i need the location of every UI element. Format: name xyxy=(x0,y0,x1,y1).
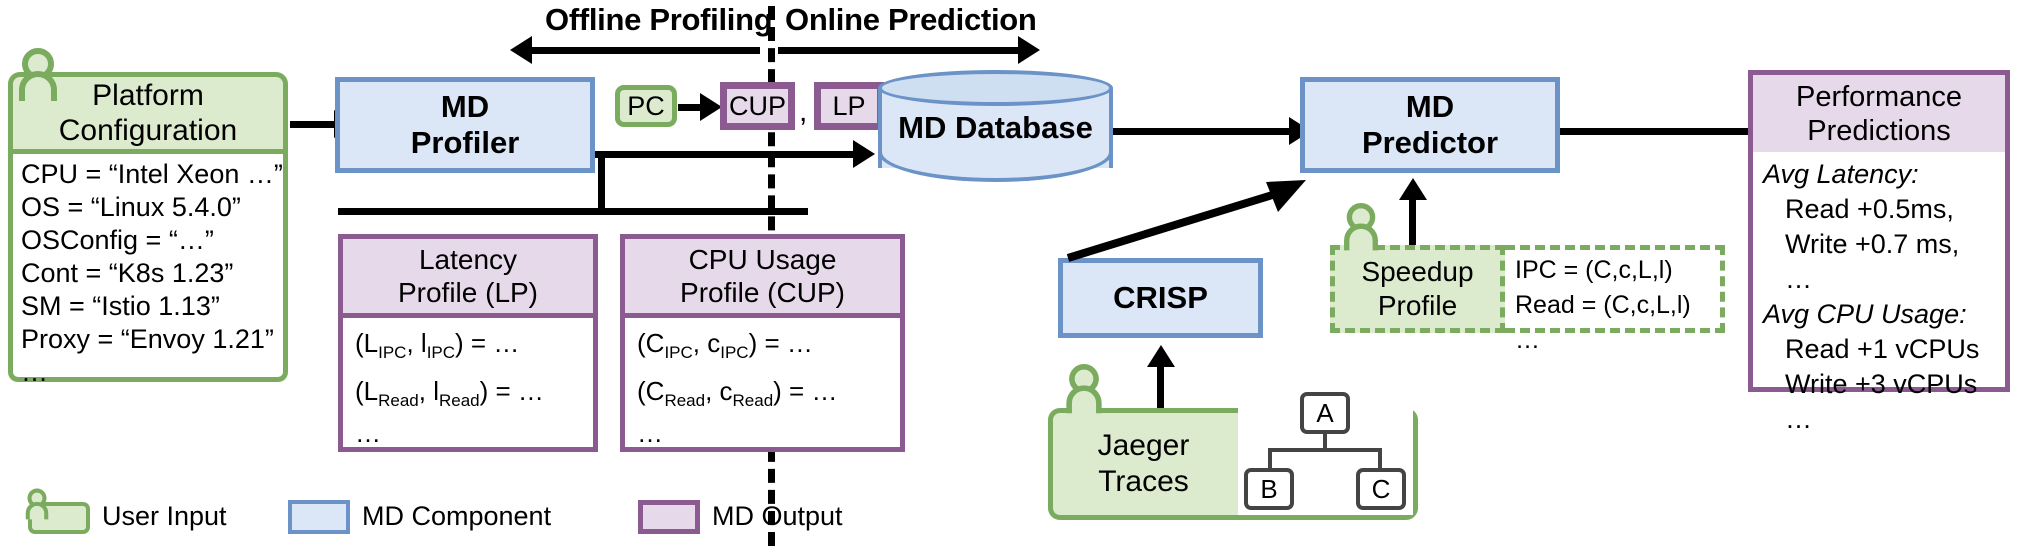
performance-predictions-details: Avg Latency: Read +0.5ms, Write +0.7 ms,… xyxy=(1748,152,2010,434)
cpu-usage-profile-details: (CIPC, cIPC) = … (CRead, cRead) = … … xyxy=(620,318,905,452)
cpu-usage-profile-header: CPU Usage Profile (CUP) xyxy=(620,234,905,318)
md-predictor-box[interactable]: MD Predictor xyxy=(1300,77,1560,173)
prediction-line: Write +3 vCPUs xyxy=(1785,369,1978,399)
legend-swatch-blue xyxy=(288,500,350,534)
md-database-label: MD Database xyxy=(898,109,1093,145)
speedup-profile-group: Speedup Profile IPC = (C,c,L,l) Read = (… xyxy=(1330,203,1730,355)
cup-badge-label: CUP xyxy=(728,90,786,121)
platform-configuration-group: Platform Configuration CPU = “Intel Xeon… xyxy=(8,48,288,387)
user-icon xyxy=(19,48,57,101)
jaeger-line1: Jaeger xyxy=(1097,429,1190,462)
speedup-profile-label: Speedup Profile xyxy=(1330,245,1505,333)
pc-badge-label: PC xyxy=(627,90,665,121)
legend: User Input MD Component MD Output xyxy=(10,488,890,550)
latency-profile-title-line1: Latency xyxy=(418,244,518,275)
speedup-profile-details: IPC = (C,c,L,l) Read = (C,c,L,l) … xyxy=(1505,245,1725,354)
prediction-line: Avg Latency: xyxy=(1763,159,1919,189)
arrow-crisp-to-predictor xyxy=(1066,180,1306,262)
arrow-database-to-predictor xyxy=(1113,117,1313,145)
config-entry: CPU = “Intel Xeon …” xyxy=(21,159,283,189)
prediction-line: Read +1 vCPUs xyxy=(1785,334,1980,364)
md-profiler-line1: MD xyxy=(440,89,490,124)
user-icon xyxy=(1344,203,1378,251)
config-entry: OSConfig = “…” xyxy=(21,225,214,255)
legend-swatch-purple xyxy=(638,500,700,534)
trace-tree-panel: A B C xyxy=(1238,390,1413,515)
prediction-line: Write +0.7 ms, xyxy=(1785,229,1960,259)
tree-node-b: B xyxy=(1244,468,1294,510)
performance-predictions-header: Performance Predictions xyxy=(1748,70,2010,152)
legend-label-user-input: User Input xyxy=(102,501,227,531)
speedup-line2: Profile xyxy=(1377,290,1458,321)
lp-badge-label: LP xyxy=(832,90,866,121)
cpu-formula: (CRead, cRead) = … xyxy=(637,376,838,411)
online-phase-arrow xyxy=(778,36,1040,64)
crisp-label: CRISP xyxy=(1113,280,1208,315)
prediction-line: Read +0.5ms, xyxy=(1785,194,1954,224)
latency-profile-details: (LIPC, lIPC) = … (LRead, lRead) = … … xyxy=(338,318,598,452)
jaeger-traces-group: Jaeger Traces A B C xyxy=(1048,364,1418,528)
md-predictor-line2: Predictor xyxy=(1361,125,1499,160)
prediction-line: … xyxy=(1785,264,1812,294)
cpu-usage-profile-group: CPU Usage Profile (CUP) (CIPC, cIPC) = …… xyxy=(620,234,905,486)
jaeger-traces-label: Jaeger Traces xyxy=(1056,418,1231,510)
cup-badge: CUP xyxy=(720,82,795,130)
platform-configuration-details: CPU = “Intel Xeon …” OS = “Linux 5.4.0” … xyxy=(8,154,288,387)
md-profiler-line2: Profiler xyxy=(410,125,520,160)
offline-phase-title: Offline Profiling xyxy=(545,2,773,37)
latency-profile-title-line2: Profile (LP) xyxy=(397,277,539,308)
config-entry: … xyxy=(21,357,48,387)
crisp-box[interactable]: CRISP xyxy=(1058,258,1263,338)
cpu-profile-title-line1: CPU Usage xyxy=(688,244,837,275)
cpu-formula: (CIPC, cIPC) = … xyxy=(637,328,813,363)
config-entry: Proxy = “Envoy 1.21” xyxy=(21,324,274,354)
md-predictor-line1: MD xyxy=(1405,89,1455,124)
latency-profile-header: Latency Profile (LP) xyxy=(338,234,598,318)
speedup-detail-line: … xyxy=(1515,326,1540,354)
speedup-detail-line: Read = (C,c,L,l) xyxy=(1515,291,1691,319)
config-entry: SM = “Istio 1.13” xyxy=(21,291,220,321)
lp-badge: LP xyxy=(814,82,884,130)
prediction-line: … xyxy=(1785,404,1812,434)
arrow-profiler-to-database xyxy=(595,140,880,168)
config-entry: Cont = “K8s 1.23” xyxy=(21,258,234,288)
offline-phase-arrow xyxy=(510,36,760,64)
performance-predictions-group: Performance Predictions Avg Latency: Rea… xyxy=(1748,70,2010,434)
badge-comma: , xyxy=(799,95,808,128)
arrow-speedup-to-predictor xyxy=(1399,178,1427,248)
profiles-branch-vertical xyxy=(598,151,605,213)
speedup-line1: Speedup xyxy=(1361,256,1474,287)
tree-node-c: C xyxy=(1356,468,1406,510)
tree-edge-stem xyxy=(1323,434,1327,450)
md-profiler-box[interactable]: MD Profiler xyxy=(335,77,595,173)
online-phase-title: Online Prediction xyxy=(785,2,1037,37)
cpu-profile-title-line2: Profile (CUP) xyxy=(680,277,845,308)
user-icon xyxy=(25,488,49,520)
speedup-detail-line: IPC = (C,c,L,l) xyxy=(1515,256,1673,284)
prediction-line: Avg CPU Usage: xyxy=(1763,299,1967,329)
tree-node-a: A xyxy=(1300,392,1350,434)
latency-profile-group: Latency Profile (LP) (LIPC, lIPC) = … (L… xyxy=(338,234,598,486)
arrow-pc-to-cup xyxy=(678,93,722,121)
pc-badge: PC xyxy=(615,85,677,127)
latency-formula: (LRead, lRead) = … xyxy=(355,376,544,411)
platform-config-title-line2: Configuration xyxy=(58,114,238,147)
profiles-branch-horizontal xyxy=(338,208,808,215)
config-entry: OS = “Linux 5.4.0” xyxy=(21,192,241,222)
cpu-ellipsis: … xyxy=(637,418,663,449)
legend-label-md-output: MD Output xyxy=(712,501,843,531)
latency-formula: (LIPC, lIPC) = … xyxy=(355,328,520,363)
jaeger-line2: Traces xyxy=(1098,465,1189,498)
latency-ellipsis: … xyxy=(355,418,381,449)
platform-config-title-line1: Platform xyxy=(92,79,204,112)
user-icon xyxy=(1066,364,1102,414)
arrow-jaeger-to-crisp xyxy=(1147,345,1175,415)
legend-label-md-component: MD Component xyxy=(362,501,552,531)
predictions-title-line2: Predictions xyxy=(1807,114,1951,147)
predictions-title-line1: Performance xyxy=(1795,80,1962,113)
